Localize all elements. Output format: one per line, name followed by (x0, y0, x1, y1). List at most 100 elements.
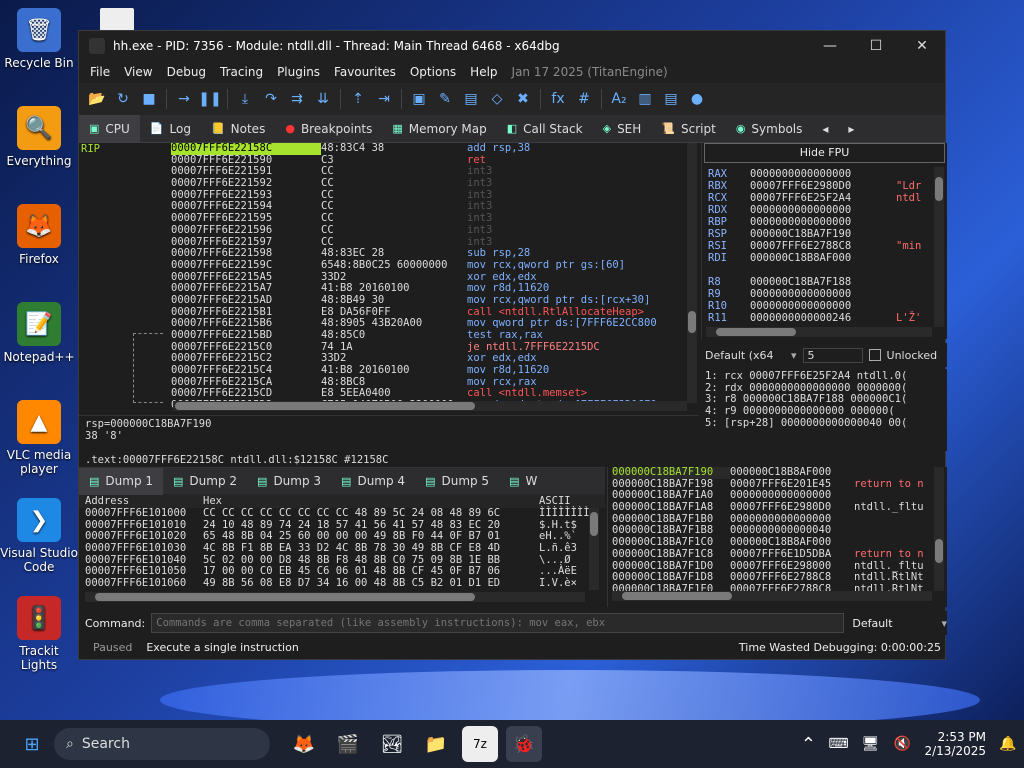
desktop-icon-firefox[interactable]: 🦊 Firefox (0, 204, 78, 266)
dump-scrollbar-h[interactable] (85, 592, 585, 602)
registers-pane[interactable]: Hide FPU RAX 0000000000000000 RBX 00007FFF6… (701, 143, 947, 339)
stack-scrollbar-h[interactable] (612, 591, 932, 601)
chevron-down-icon[interactable]: ▾ (941, 617, 947, 630)
menu-tracing[interactable]: Tracing (213, 65, 270, 79)
stack-row[interactable]: 000000C18BA7F1A8 00007FFF6E2980D0 ntdll._f… (612, 501, 943, 514)
dump-tab-dump-4[interactable]: ▤ Dump 4 (331, 468, 415, 495)
tab-log[interactable]: 📄 Log (140, 115, 201, 143)
disassembly-pane[interactable]: RIP 00007FFF6E22158C 48:83C4 38 add rsp,38… (79, 143, 699, 415)
disasm-scrollbar-h[interactable] (173, 401, 687, 411)
title-bar[interactable]: hh.exe - PID: 7356 - Module: ntdll.dll -… (79, 31, 945, 61)
text-size-icon[interactable]: A₂ (607, 87, 631, 111)
tab-memory-map[interactable]: ▦ Memory Map (382, 115, 496, 143)
run-icon[interactable]: → (172, 87, 196, 111)
disasm-row[interactable]: 00007FFF6E221596 CC int3 (171, 224, 689, 237)
menu-options[interactable]: Options (403, 65, 463, 79)
stack-pane[interactable]: 000000C18BA7F190 000000C18B8AF000 000000C1… (607, 467, 947, 607)
menu-plugins[interactable]: Plugins (270, 65, 327, 79)
restart-icon[interactable]: ↻ (111, 87, 135, 111)
command-mode-select[interactable]: Default (852, 617, 941, 630)
disasm-scrollbar-v[interactable] (687, 143, 697, 403)
desktop-icon-vlc-media-player[interactable]: ▲ VLC media player (0, 400, 78, 476)
register-row[interactable]: R11 0000000000000246 L'Ž' (708, 312, 936, 325)
desktop-icon-notepad[interactable]: 📝 Notepad++ (0, 302, 78, 364)
pause-icon[interactable]: ❚❚ (198, 87, 222, 111)
scylla-icon[interactable]: ▣ (407, 87, 431, 111)
disasm-row[interactable]: 00007FFF6E2215AD 48:8B49 30 mov rcx,qword … (171, 294, 689, 307)
tab-cpu[interactable]: ▣ CPU (79, 114, 140, 143)
dump-tab-dump-1[interactable]: ▤ Dump 1 (79, 468, 164, 495)
arg-row[interactable]: 1: rcx 00007FFF6E25F2A4 ntdll.0( (705, 371, 943, 383)
tab-seh[interactable]: ◈ SEH (593, 115, 652, 143)
dump-row[interactable]: 00007FFF6E101000 CC CC CC CC CC CC CC CC … (85, 507, 605, 520)
desktop-icon-everything[interactable]: 🔍 Everything (0, 106, 78, 168)
open-icon[interactable]: 📂 (85, 87, 109, 111)
disasm-row[interactable]: 00007FFF6E221592 CC int3 (171, 177, 689, 190)
register-row[interactable]: RDI 000000C18B8AF000 (708, 252, 936, 265)
clock[interactable]: 2:53 PM 2/13/2025 (918, 730, 992, 758)
disasm-row[interactable]: 00007FFF6E22158C 48:83C4 38 add rsp,38 (171, 143, 689, 155)
tab-call-stack[interactable]: ◧ Call Stack (497, 115, 593, 143)
taskbar-photos-icon[interactable]: 🏞 (374, 726, 410, 762)
log-icon[interactable]: ▤ (659, 87, 683, 111)
calculator-icon[interactable]: ▥ (633, 87, 657, 111)
hash-icon[interactable]: # (572, 87, 596, 111)
patch-icon[interactable]: ✎ (433, 87, 457, 111)
tab-symbols[interactable]: ◉ Symbols (726, 115, 813, 143)
taskbar-7zip-icon[interactable]: 7z (462, 726, 498, 762)
menu-file[interactable]: File (83, 65, 117, 79)
tab-breakpoints[interactable]: ● Breakpoints (275, 115, 382, 143)
dump-tab-w[interactable]: ▤ W (499, 468, 547, 495)
labels-icon[interactable]: ◇ (485, 87, 509, 111)
taskbar-media-icon[interactable]: 🎬 (330, 726, 366, 762)
start-button[interactable]: ⊞ (14, 726, 50, 762)
dump-scrollbar-v[interactable] (589, 508, 599, 590)
disasm-row[interactable]: 00007FFF6E2215C4 41:B8 20160100 mov r8d,11… (171, 364, 689, 377)
taskbar-x64dbg-icon[interactable]: 🐞 (506, 726, 542, 762)
file-icon[interactable] (100, 8, 134, 32)
taskbar-firefox-icon[interactable]: 🦊 (286, 726, 322, 762)
stack-scrollbar-v[interactable] (934, 467, 944, 591)
regs-scrollbar-v[interactable] (934, 167, 944, 327)
dump-tab-dump-3[interactable]: ▤ Dump 3 (247, 468, 331, 495)
comments-icon[interactable]: ▤ (459, 87, 483, 111)
callconv-select[interactable]: Default (x64 (705, 349, 785, 362)
stack-row[interactable]: 000000C18BA7F190 000000C18B8AF000 (612, 467, 943, 479)
dump-row[interactable]: 00007FFF6E101060 49 8B 56 08 E8 D7 34 16 … (85, 577, 605, 590)
volume-muted-icon[interactable]: 🔇 (890, 726, 914, 762)
args-pane[interactable]: 1: rcx 00007FFF6E25F2A4 ntdll.0(2: rdx 0… (701, 369, 947, 451)
stop-icon[interactable]: ■ (137, 87, 161, 111)
arg-row[interactable]: 2: rdx 0000000000000000 0000000( (705, 383, 943, 395)
chevron-up-icon[interactable]: ⌃ (798, 726, 818, 762)
disasm-row[interactable]: 00007FFF6E2215BD 48:85C0 test rax,rax (171, 329, 689, 342)
unlocked-checkbox[interactable] (868, 349, 881, 361)
menu-view[interactable]: View (117, 65, 159, 79)
execute-till-return-icon[interactable]: ⇡ (346, 87, 370, 111)
tab-notes[interactable]: 📒 Notes (201, 115, 275, 143)
hide-fpu-button[interactable]: Hide FPU (704, 143, 945, 163)
arg-row[interactable]: 5: [rsp+28] 0000000000000040 00( (705, 418, 943, 430)
desktop-icon-trackit-lights[interactable]: 🚦 Trackit Lights (0, 596, 78, 672)
dump-row[interactable]: 00007FFF6E101030 4C 8B F1 8B EA 33 D2 4C … (85, 542, 605, 555)
help-icon[interactable]: ● (685, 87, 709, 111)
tab-scroll-right-icon[interactable]: ▸ (838, 115, 864, 143)
menu-help[interactable]: Help (463, 65, 504, 79)
bookmarks-icon[interactable]: ✖ (511, 87, 535, 111)
tab-scroll-left-icon[interactable]: ◂ (812, 115, 838, 143)
arg-count-spinner[interactable]: 5 (802, 347, 863, 363)
keyboard-icon[interactable]: ⌨ (826, 726, 850, 762)
trace-into-icon[interactable]: ⇉ (285, 87, 309, 111)
tab-script[interactable]: 📜 Script (651, 115, 726, 143)
minimize-button[interactable]: — (807, 31, 853, 61)
dump-tab-dump-5[interactable]: ▤ Dump 5 (415, 468, 499, 495)
chevron-down-icon[interactable]: ▾ (791, 349, 797, 362)
function-icon[interactable]: fx (546, 87, 570, 111)
close-button[interactable]: ✕ (899, 31, 945, 61)
network-icon[interactable]: 🖥 (858, 726, 882, 762)
desktop-icon-visual-studio-code[interactable]: ❯ Visual Studio Code (0, 498, 78, 574)
dump-tab-dump-2[interactable]: ▤ Dump 2 (163, 468, 247, 495)
taskbar-search[interactable]: ⌕ Search (54, 728, 270, 760)
stack-row[interactable]: 000000C18BA7F1C8 00007FFF6E1D5DBA return t… (612, 548, 943, 561)
command-input[interactable] (151, 613, 845, 633)
desktop-icon-recycle-bin[interactable]: 🗑 Recycle Bin (0, 8, 78, 70)
